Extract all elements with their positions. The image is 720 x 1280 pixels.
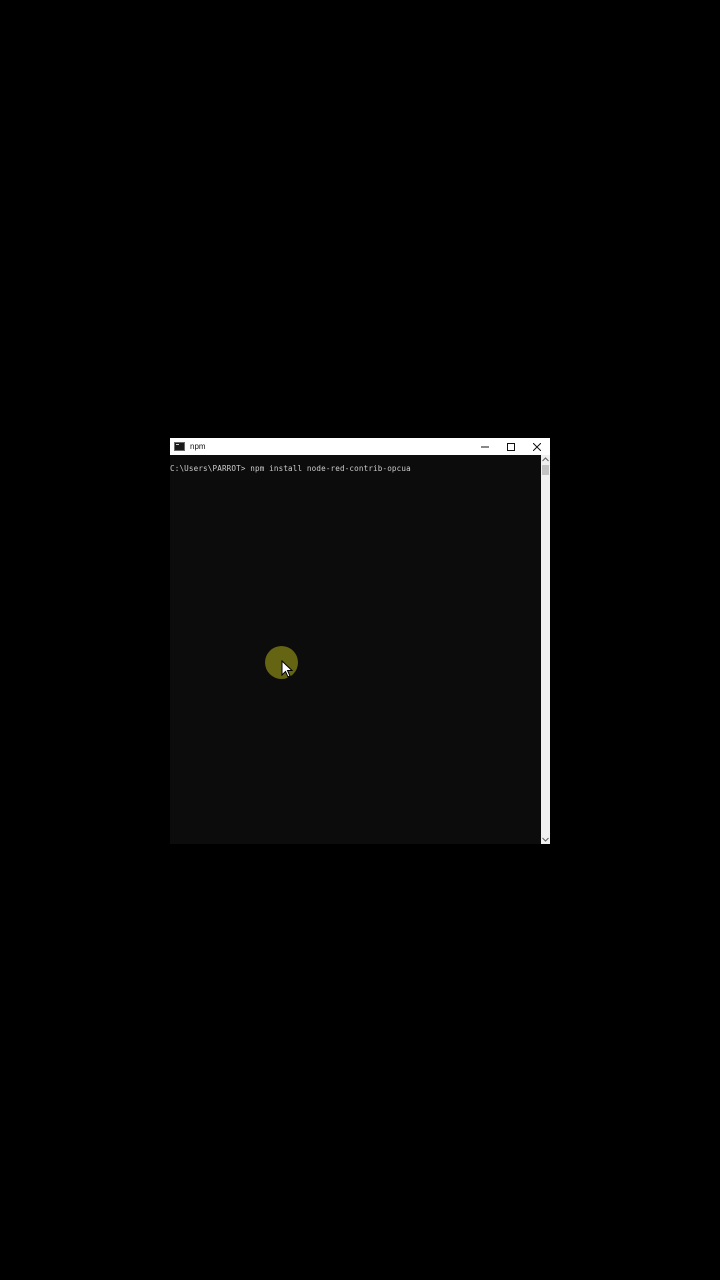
close-button[interactable]: [524, 438, 550, 455]
terminal-output[interactable]: C:\Users\PARROT> npm install node-red-co…: [170, 455, 541, 844]
minimize-button[interactable]: [472, 438, 498, 455]
chevron-up-icon: [542, 457, 549, 462]
mouse-pointer-icon: [281, 660, 293, 678]
console-app-icon: [174, 442, 185, 451]
terminal-line: C:\Users\PARROT> npm install node-red-co…: [170, 464, 411, 473]
window-controls: [472, 438, 550, 455]
chevron-down-icon: [542, 837, 549, 842]
maximize-icon: [507, 442, 515, 451]
title-bar[interactable]: npm: [170, 438, 550, 455]
minimize-icon: [481, 446, 489, 447]
vertical-scrollbar[interactable]: [541, 455, 550, 844]
close-icon: [533, 442, 541, 451]
window-title: npm: [190, 442, 206, 451]
scroll-down-button[interactable]: [541, 835, 550, 844]
maximize-button[interactable]: [498, 438, 524, 455]
console-window[interactable]: npm C:\Users\PARROT> npm install node-re…: [170, 438, 550, 844]
scroll-thumb[interactable]: [542, 465, 549, 475]
scroll-up-button[interactable]: [541, 455, 550, 464]
